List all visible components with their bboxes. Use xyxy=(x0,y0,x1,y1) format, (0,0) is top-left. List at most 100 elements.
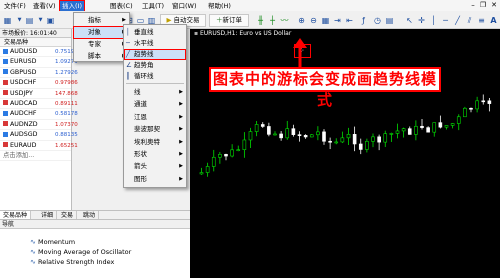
new-order-label: 新订单 xyxy=(222,16,243,24)
candle-body xyxy=(260,124,265,127)
symbol-name: AUDCAD xyxy=(10,99,38,107)
symbol-row[interactable]: AUDCAD 0.89111 xyxy=(0,99,78,110)
symbol-price: 0.88135 xyxy=(55,132,78,139)
menu-view[interactable]: 查看(V) xyxy=(31,1,58,11)
cursor-icon[interactable]: ↖ xyxy=(404,15,415,26)
objects-menu-item[interactable]: ∠ 趋势角 xyxy=(124,60,186,71)
objects-menu-item[interactable]: 江恩 ▶ xyxy=(124,112,186,123)
objects-menu-item[interactable]: 埃利奥特 ▶ xyxy=(124,137,186,148)
menu-charts[interactable]: 图表(C) xyxy=(108,1,135,11)
price-up-icon xyxy=(3,58,8,64)
navigator-item[interactable]: ∿ Relative Strength Index xyxy=(30,257,114,267)
zoom-out-icon[interactable]: ⊖ xyxy=(308,15,319,26)
navigator-item-label: Relative Strength Index xyxy=(38,258,115,266)
line-chart-icon[interactable]: 〰 xyxy=(279,15,290,26)
objects-menu-item[interactable]: 箭头 ▶ xyxy=(124,161,186,172)
new-order-button[interactable]: ＋新订单 xyxy=(209,14,249,27)
candle-body xyxy=(322,131,326,142)
menu-item-label: 循环线 xyxy=(134,72,154,80)
indicators-icon[interactable]: ƒ xyxy=(358,15,369,26)
zoom-in-icon[interactable]: ⊕ xyxy=(296,15,307,26)
symbol-row[interactable]: AUDSGD 0.88135 xyxy=(0,130,78,141)
menu-item-label: 趋势线 xyxy=(134,50,154,58)
chart-shift-icon[interactable]: ⇤ xyxy=(344,15,355,26)
symbol-column-header[interactable]: 交易品种 xyxy=(0,38,71,47)
submenu-arrow-icon: ▶ xyxy=(179,101,183,108)
symbol-row[interactable]: USDJPY 147.868 xyxy=(0,89,78,99)
price-down-icon xyxy=(3,90,8,96)
new-chart-icon[interactable]: ▦ xyxy=(2,15,13,26)
navigator-item[interactable]: ∿ Momentum xyxy=(30,237,75,247)
objects-menu-item[interactable]: 线 ▶ xyxy=(124,87,186,98)
channel-tool-icon[interactable]: ⫽ xyxy=(464,15,475,26)
close-icon[interactable]: ✕ xyxy=(489,0,499,11)
symbol-name: USDJPY xyxy=(10,89,33,97)
menu-item-label: 脚本 xyxy=(88,52,101,60)
submenu-arrow-icon: ▶ xyxy=(179,163,183,170)
minimize-icon[interactable]: – xyxy=(468,0,478,11)
candle-body xyxy=(481,100,486,103)
trend-line-tool-icon[interactable]: ╱ xyxy=(452,15,463,26)
menu-insert[interactable]: 插入(I) xyxy=(59,0,85,12)
symbol-row[interactable]: GBPUSD 1.27926 xyxy=(0,68,78,79)
menu-bar: 文件(F) 查看(V) 插入(I) 图表(C) 工具(T) 窗口(W) 帮助(H… xyxy=(0,0,500,12)
symbol-row[interactable]: AUDUSD 0.75196 xyxy=(0,47,78,58)
insert-menu-item[interactable]: 指标 ▶ xyxy=(74,15,129,26)
crosshair-icon[interactable]: ✛ xyxy=(416,15,427,26)
candle-body xyxy=(469,107,473,110)
menu-window[interactable]: 窗口(W) xyxy=(170,1,199,11)
insert-menu-item[interactable]: 脚本▶ xyxy=(74,51,129,62)
vertical-line-tool-icon[interactable]: │ xyxy=(428,15,439,26)
candle-body xyxy=(273,133,277,136)
data-window-icon[interactable]: ▣ xyxy=(45,15,56,26)
candlestick-icon[interactable]: ┼ xyxy=(267,15,278,26)
price-up-icon xyxy=(3,131,8,137)
menu-file[interactable]: 文件(F) xyxy=(2,1,28,11)
objects-menu-item[interactable]: 图形 ▶ xyxy=(124,174,186,185)
symbol-row[interactable]: AUDCHF 0.58178 xyxy=(0,109,78,120)
symbol-row[interactable]: AUDNZD 1.07370 xyxy=(0,120,78,131)
autoscroll-icon[interactable]: ⇥ xyxy=(332,15,343,26)
menu-tools[interactable]: 工具(T) xyxy=(140,1,166,11)
symbol-name: USDCHF xyxy=(10,79,37,87)
periods-icon[interactable]: ◷ xyxy=(372,15,383,26)
navigator-item-label: Momentum xyxy=(38,238,76,246)
submenu-arrow-icon: ▶ xyxy=(179,138,183,145)
menu-help[interactable]: 帮助(H) xyxy=(206,1,233,11)
objects-menu-item[interactable]: │ 垂直线 xyxy=(124,27,186,38)
candle-body xyxy=(432,122,437,133)
text-tool-icon[interactable]: A xyxy=(488,15,499,26)
tile-windows-icon[interactable]: ▦ xyxy=(320,15,331,26)
indicator-icon: ∿ xyxy=(30,238,36,246)
fibonacci-tool-icon[interactable]: ≡ xyxy=(476,15,487,26)
add-symbol-row[interactable]: 点击添加... xyxy=(0,151,71,162)
navigator-item[interactable]: ∿ Moving Average of Oscillator xyxy=(30,247,131,257)
symbol-row[interactable]: EURUSD 1.09279 xyxy=(0,57,78,68)
candle-body xyxy=(236,149,241,151)
objects-menu-item[interactable]: 形状 ▶ xyxy=(124,149,186,160)
objects-menu-item[interactable]: 通道 ▶ xyxy=(124,99,186,110)
objects-menu-item[interactable]: ─ 水平线 xyxy=(124,38,186,49)
candle-body xyxy=(365,141,369,150)
candle-body xyxy=(420,125,424,128)
symbol-price: 0.58178 xyxy=(55,111,78,118)
symbol-name: AUDCHF xyxy=(10,110,37,118)
symbol-price: 0.97986 xyxy=(55,80,78,87)
objects-menu-item[interactable]: ╱ 趋势线 xyxy=(124,49,186,60)
insert-menu-item[interactable]: 对象▶ xyxy=(73,26,130,39)
objects-menu-item[interactable]: 斐波那契 ▶ xyxy=(124,124,186,135)
profiles-icon[interactable]: ▤ xyxy=(24,15,35,26)
candle-body xyxy=(377,136,381,143)
restore-icon[interactable]: ❐ xyxy=(478,0,488,11)
bar-chart-icon[interactable]: ╫ xyxy=(255,15,266,26)
candle-body xyxy=(456,116,461,124)
insert-menu-item[interactable]: 专家▶ xyxy=(74,39,129,50)
menu-item-label: 趋势角 xyxy=(134,61,154,69)
objects-menu-item[interactable]: ┃ 循环线 xyxy=(124,71,186,82)
symbol-row[interactable]: USDCHF 0.97986 xyxy=(0,78,78,89)
symbol-price: 1.07370 xyxy=(55,121,78,128)
templates-icon[interactable]: ▤ xyxy=(384,15,395,26)
horizontal-line-tool-icon[interactable]: ─ xyxy=(440,15,451,26)
symbol-row[interactable]: EURAUD 1.65251 xyxy=(0,141,78,151)
candle-body xyxy=(463,107,467,118)
